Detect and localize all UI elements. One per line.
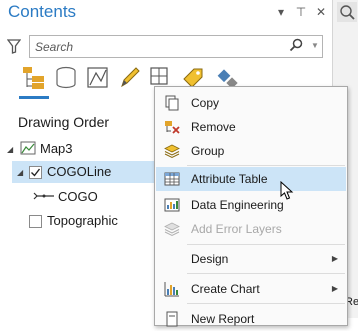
cogo-line-symbol-icon — [33, 192, 54, 200]
menu-item-remove[interactable]: Remove — [156, 115, 346, 139]
group-icon — [164, 144, 180, 159]
submenu-arrow-icon: ▶ — [331, 284, 338, 293]
menu-item-copy[interactable]: Copy — [156, 91, 346, 115]
collapse-arrow-icon[interactable]: ◢ — [7, 145, 13, 154]
collapse-arrow-icon[interactable]: ◢ — [17, 168, 23, 177]
pane-options-button[interactable]: ▾ — [274, 4, 288, 20]
table-icon — [164, 172, 180, 186]
pane-close-button[interactable]: ✕ — [314, 4, 328, 20]
catalog-icon — [340, 5, 355, 20]
layer-visibility-checkbox[interactable] — [29, 215, 42, 228]
mouse-pointer-icon — [280, 181, 294, 200]
list-by-selection-icon[interactable] — [86, 65, 110, 91]
copy-icon — [165, 95, 179, 111]
pane-titlebar: Contents ▾ ⊤ ✕ — [0, 0, 332, 26]
menu-separator — [187, 273, 345, 274]
drawing-order-heading: Drawing Order — [18, 114, 110, 130]
layer-visibility-checkbox[interactable] — [29, 166, 42, 179]
search-dropdown-arrow[interactable]: ▼ — [311, 41, 319, 50]
submenu-arrow-icon: ▶ — [331, 254, 338, 263]
menu-separator — [187, 165, 345, 166]
active-tab-indicator — [19, 96, 49, 99]
menu-item-create-chart[interactable]: Create Chart ▶ — [156, 277, 346, 301]
search-icon[interactable] — [289, 38, 303, 52]
pane-pin-button[interactable]: ⊤ — [294, 4, 308, 20]
checkmark-icon — [31, 168, 41, 177]
menu-item-new-report[interactable]: New Report — [156, 307, 346, 331]
list-by-editing-icon[interactable] — [118, 65, 142, 91]
dock-tab[interactable] — [337, 2, 357, 22]
filter-icon[interactable] — [7, 39, 21, 54]
menu-item-attribute-table[interactable]: Attribute Table — [156, 167, 346, 191]
symbol-label: COGO — [58, 189, 98, 204]
chart-icon — [164, 282, 179, 297]
search-input[interactable]: Search — [29, 35, 323, 58]
error-layers-icon — [164, 222, 180, 237]
menu-separator — [187, 244, 345, 245]
pane-title: Contents — [8, 2, 77, 21]
data-engineering-icon — [164, 198, 180, 212]
map-icon — [20, 141, 36, 155]
context-menu: Copy Remove Group Attribute Table Data E… — [154, 86, 348, 327]
layer-name[interactable]: Topographic — [47, 213, 118, 228]
remove-icon — [165, 121, 180, 134]
menu-item-add-error-layers[interactable]: Add Error Layers — [156, 217, 346, 241]
menu-item-group[interactable]: Group — [156, 139, 346, 163]
list-by-source-icon[interactable] — [54, 65, 78, 91]
menu-item-data-engineering[interactable]: Data Engineering — [156, 193, 346, 217]
report-icon — [166, 311, 178, 327]
map-name[interactable]: Map3 — [40, 141, 73, 156]
list-by-drawing-order-icon[interactable] — [21, 65, 47, 91]
search-placeholder: Search — [35, 40, 74, 54]
menu-item-design[interactable]: Design ▶ — [156, 247, 346, 271]
layer-name[interactable]: COGOLine — [47, 164, 111, 179]
menu-separator — [187, 303, 345, 304]
